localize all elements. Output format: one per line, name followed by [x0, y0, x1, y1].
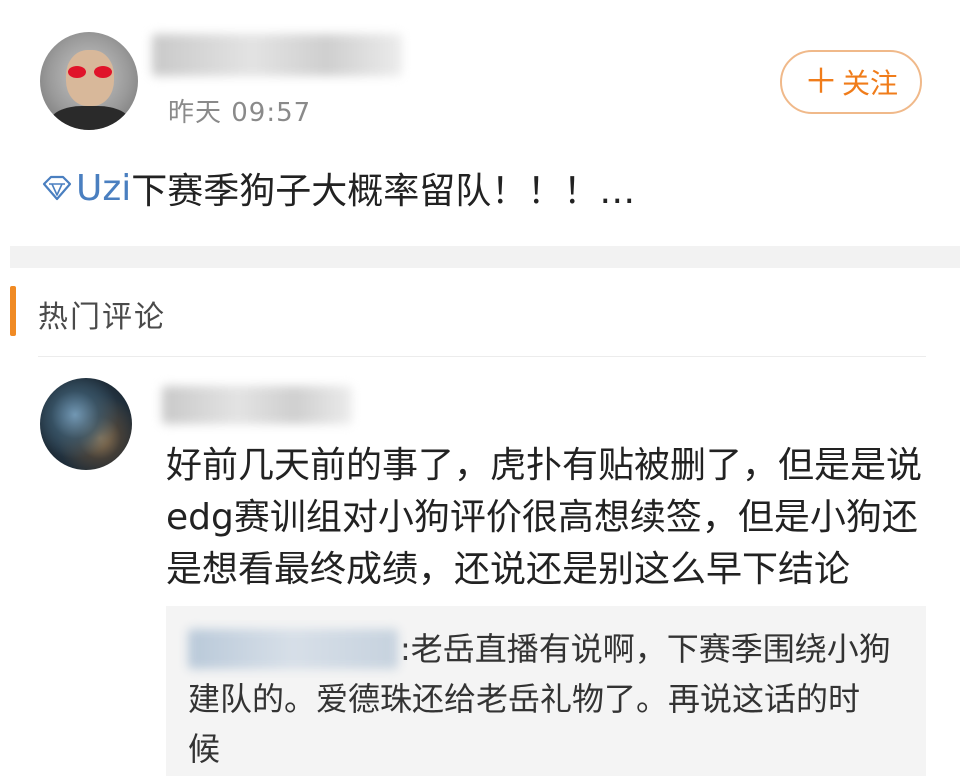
post-body[interactable]: Uzi 下赛季狗子大概率留队！！！…: [40, 162, 635, 214]
post-text: 下赛季狗子大概率留队！！！…: [131, 171, 636, 212]
avatar-face: [66, 50, 114, 106]
avatar-sunglasses-right: [94, 66, 112, 78]
reply-preview[interactable]: :老岳直播有说啊，下赛季围绕小狗 建队的。爱德珠还给老岳礼物了。再说这话的时 候: [166, 606, 926, 776]
post-author-avatar[interactable]: [40, 32, 138, 130]
post-author-name-blurred[interactable]: [152, 34, 402, 76]
header-divider-line: [38, 356, 926, 357]
avatar-shirt: [50, 106, 130, 130]
reply-line: :老岳直播有说啊，下赛季围绕小狗: [188, 624, 891, 674]
reply-text: :老岳直播有说啊，下赛季围绕小狗 建队的。爱德珠还给老岳礼物了。再说这话的时 候: [188, 624, 891, 774]
reply-line-1-text: :老岳直播有说啊，下赛季围绕小狗: [400, 630, 891, 668]
diamond-tag-icon: [42, 175, 72, 201]
reply-line: 建队的。爱德珠还给老岳礼物了。再说这话的时: [188, 680, 861, 718]
post-card: 昨天 09:57 ＋ 关注 Uzi 下赛季狗子大概率留队！！！…: [0, 0, 960, 246]
avatar-sunglasses-left: [68, 66, 86, 78]
follow-button[interactable]: ＋ 关注: [780, 50, 922, 114]
comment-line: edg赛训组对小狗评价很高想续签，但是小狗还: [166, 497, 918, 538]
topic-tag[interactable]: Uzi: [76, 168, 131, 209]
plus-icon: ＋: [803, 62, 838, 102]
reply-line: 候: [188, 730, 221, 768]
reply-author-name-blurred[interactable]: [188, 629, 398, 669]
comment-line: 是想看最终成绩，还说还是别这么早下结论: [166, 549, 851, 590]
commenter-name-blurred[interactable]: [162, 386, 352, 424]
commenter-avatar[interactable]: [40, 378, 132, 470]
follow-label: 关注: [841, 67, 898, 100]
accent-bar: [10, 286, 16, 336]
section-title: 热门评论: [38, 300, 166, 335]
comment-body[interactable]: 好前几天前的事了，虎扑有贴被删了，但是是说 edg赛训组对小狗评价很高想续签，但…: [166, 440, 936, 596]
hot-comments-header: 热门评论: [10, 268, 960, 358]
section-divider: [10, 246, 960, 268]
comment-line: 好前几天前的事了，虎扑有贴被删了，但是是说: [166, 445, 923, 486]
post-timestamp: 昨天 09:57: [168, 98, 312, 128]
